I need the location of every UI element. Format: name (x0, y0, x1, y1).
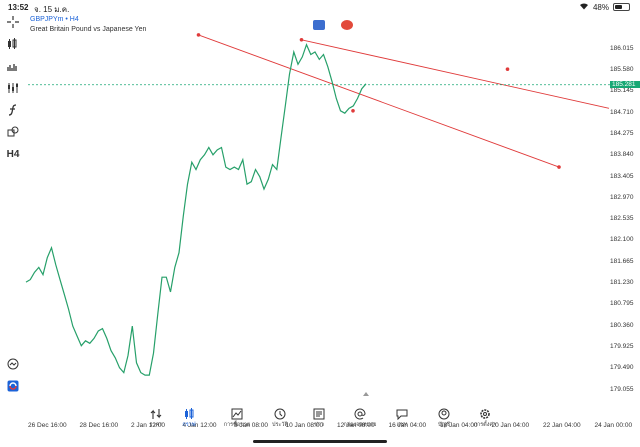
price-tick-label: 184.710 (610, 108, 634, 116)
nav-mailbox[interactable]: กล่องจดหมาย (342, 407, 378, 433)
nav-account[interactable]: บัญชี (426, 407, 462, 433)
trendline-anchor[interactable] (505, 67, 510, 71)
nav-settings[interactable]: การตั้งค่า (467, 407, 503, 433)
nav-label: ราคา (149, 422, 163, 428)
nav-label: ข่าว (314, 422, 324, 428)
price-tick-label: 181.230 (610, 279, 634, 287)
scroll-indicator-icon[interactable] (363, 392, 369, 396)
chat-icon (384, 407, 420, 421)
price-tick-label: 179.490 (610, 364, 634, 372)
price-tick-label: 182.535 (610, 215, 634, 223)
time-tick-label: 22 Jan 04:00 (543, 422, 581, 429)
nav-history[interactable]: ประวัติ (262, 407, 298, 433)
trade-icon (219, 407, 255, 421)
wifi-icon (579, 2, 589, 12)
trendline[interactable] (301, 39, 610, 109)
price-tick-label: 179.055 (610, 385, 634, 393)
nav-label: กล่องจดหมาย (343, 422, 377, 428)
price-tick-label: 180.795 (610, 300, 634, 308)
price-tick-label: 183.840 (610, 151, 634, 159)
nav-label: กราฟ (182, 422, 196, 428)
price-tick-label: 186.015 (610, 44, 634, 52)
nav-chat[interactable]: แชท (384, 407, 420, 433)
quotes-icon (138, 407, 174, 421)
account-icon (426, 407, 462, 421)
nav-quotes[interactable]: ราคา (138, 407, 174, 433)
price-tick-label: 181.665 (610, 257, 634, 265)
trendline-anchor[interactable] (299, 37, 304, 42)
price-axis[interactable]: 186.015 185.580 185.145 184.710 184.275 183.8… (610, 14, 640, 404)
nav-label: การซื้อขาย (223, 422, 251, 428)
price-tick-label: 182.100 (610, 236, 634, 244)
current-price-label: 185.281 (610, 80, 640, 88)
price-tick-label: 179.925 (610, 342, 634, 350)
nav-chart[interactable]: กราฟ (171, 407, 207, 433)
trendline-anchor[interactable] (351, 108, 355, 113)
price-series-line (25, 43, 367, 376)
status-right: 48% (579, 2, 630, 12)
mailbox-icon (342, 407, 378, 421)
nav-news[interactable]: ข่าว (301, 407, 337, 433)
nav-trade[interactable]: การซื้อขาย (219, 407, 255, 433)
home-indicator (253, 440, 387, 443)
battery-percent: 48% (592, 2, 609, 12)
settings-icon (467, 407, 503, 421)
battery-icon (613, 3, 630, 11)
nav-label: แชท (396, 422, 408, 428)
time-tick-label: 24 Jan 00:00 (594, 422, 633, 429)
news-icon (301, 407, 337, 421)
history-icon (262, 407, 298, 421)
price-chart[interactable] (0, 14, 640, 424)
status-time: 13:52 (8, 3, 29, 12)
trendline-anchor[interactable] (557, 165, 561, 169)
time-tick-label: 26 Dec 16:00 (28, 422, 67, 429)
price-tick-label: 180.360 (610, 321, 634, 329)
price-tick-label: 184.275 (610, 130, 634, 137)
price-tick-label: 185.145 (610, 87, 634, 95)
chart-icon (171, 407, 207, 421)
time-tick-label: 28 Dec 16:00 (79, 422, 119, 429)
status-bar: 13:52 จ. 15 ม.ค. 48% (0, 0, 640, 14)
nav-label: ประวัติ (271, 422, 289, 428)
trendline[interactable] (198, 34, 560, 168)
nav-label: การตั้งค่า (473, 422, 497, 428)
trendline-anchor[interactable] (196, 33, 201, 37)
price-tick-label: 183.405 (610, 172, 634, 180)
nav-label: บัญชี (438, 422, 450, 428)
price-tick-label: 185.580 (610, 66, 634, 74)
price-tick-label: 182.970 (610, 193, 634, 201)
